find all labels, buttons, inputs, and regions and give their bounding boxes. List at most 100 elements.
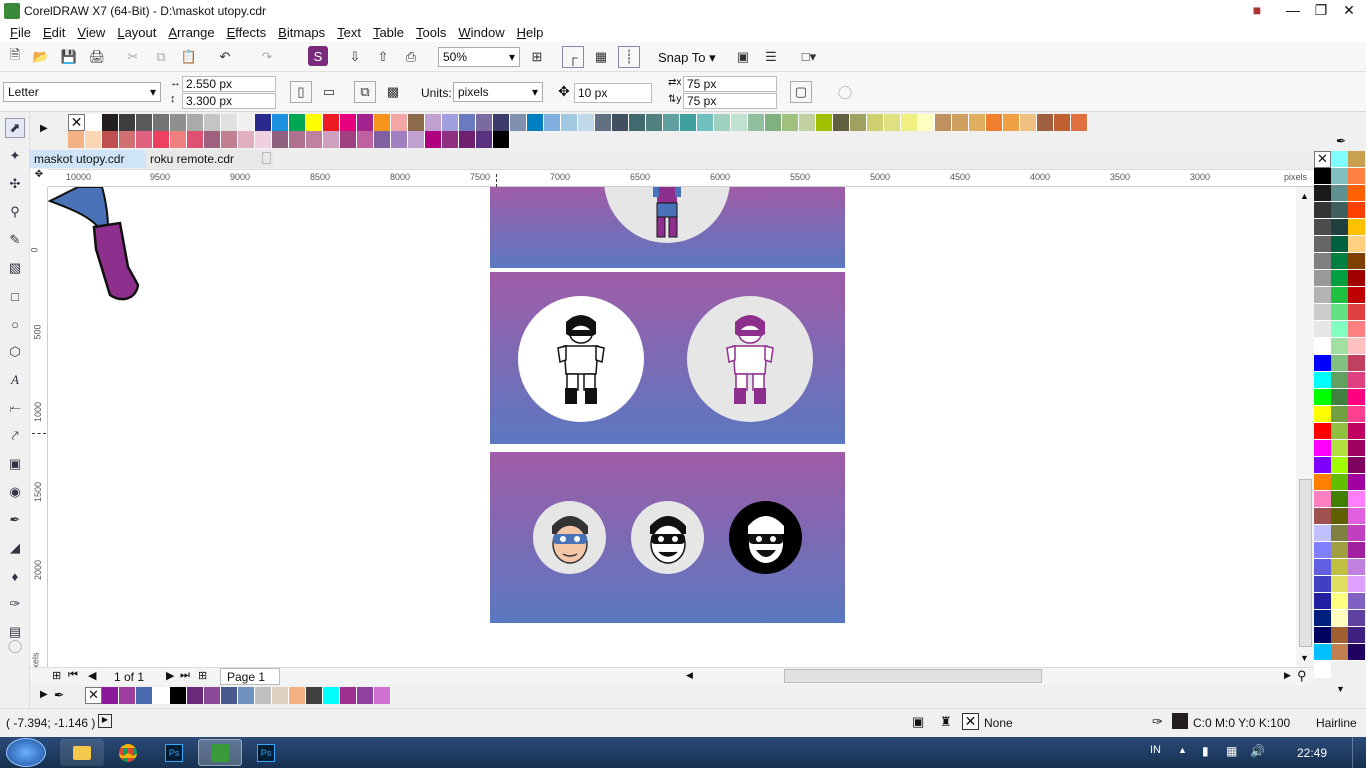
color-swatch[interactable] [1331,372,1348,389]
palette-eyedropper-icon[interactable]: ✒ [1336,134,1346,148]
color-swatch[interactable] [969,114,986,131]
color-swatch[interactable] [1314,525,1331,542]
export-icon[interactable]: ⇧ [372,46,394,68]
color-swatch[interactable] [408,131,425,148]
right-no-color-swatch[interactable]: ✕ [1314,151,1331,168]
mascot-leg-graphic[interactable] [48,187,148,307]
show-guidelines-icon[interactable]: ┊ [618,46,640,68]
color-swatch[interactable] [782,114,799,131]
color-swatch[interactable] [1331,474,1348,491]
close-button[interactable]: ✕ [1334,0,1364,20]
color-swatch[interactable] [1331,304,1348,321]
color-swatch[interactable] [221,114,238,131]
color-swatch[interactable] [1314,287,1331,304]
paste-icon[interactable]: 📋 [178,46,200,68]
color-swatch[interactable] [1348,151,1365,168]
color-swatch[interactable] [68,131,85,148]
color-swatch[interactable] [1037,114,1054,131]
color-swatch[interactable] [935,114,952,131]
options-icon[interactable]: ☰ [760,46,782,68]
prev-page-icon[interactable]: ◀ [88,669,96,682]
color-swatch[interactable] [697,114,714,131]
portrait-icon[interactable]: ▯ [290,81,312,103]
fill-tool-icon[interactable]: ▣ [912,714,924,730]
doc-palette-arrow-icon[interactable]: ▶ [40,689,48,700]
color-swatch[interactable] [391,114,408,131]
color-swatch[interactable] [289,131,306,148]
color-swatch[interactable] [1331,593,1348,610]
start-button[interactable] [6,738,46,767]
color-swatch[interactable] [1348,168,1365,185]
vertical-ruler[interactable]: 0 500 1000 1500 2000 pixels [30,187,48,676]
menu-file[interactable]: File [4,25,37,40]
color-swatch[interactable] [1331,559,1348,576]
color-swatch[interactable] [1331,270,1348,287]
color-swatch[interactable] [1314,644,1331,661]
add-page-end-icon[interactable]: ⊞ [198,669,207,682]
language-indicator[interactable]: IN [1150,744,1161,756]
color-swatch[interactable] [1314,355,1331,372]
color-swatch[interactable] [221,131,238,148]
color-swatch[interactable] [799,114,816,131]
color-swatch[interactable] [119,114,136,131]
color-swatch[interactable] [425,131,442,148]
palette-scroll-down-icon[interactable]: ▼ [1336,684,1345,694]
color-swatch[interactable] [119,687,136,704]
drawing-canvas[interactable] [48,187,1296,667]
menu-effects[interactable]: Effects [221,25,273,40]
color-swatch[interactable] [204,131,221,148]
color-swatch[interactable] [1348,304,1365,321]
clock[interactable]: 22:49 [1297,746,1327,760]
menu-arrange[interactable]: Arrange [162,25,220,40]
color-swatch[interactable] [1331,202,1348,219]
tray-arrow-icon[interactable]: ▲ [1178,745,1187,755]
menu-help[interactable]: Help [511,25,550,40]
color-swatch[interactable] [833,114,850,131]
color-swatch[interactable] [1314,593,1331,610]
color-swatch[interactable] [1348,610,1365,627]
color-eyedropper-icon[interactable]: ✒ [5,510,25,530]
color-swatch[interactable] [323,687,340,704]
color-swatch[interactable] [1331,168,1348,185]
shape-tool-icon[interactable]: ✦ [5,146,25,166]
color-swatch[interactable] [1314,423,1331,440]
color-swatch[interactable] [1331,491,1348,508]
restore-button[interactable]: ❐ [1306,0,1336,20]
color-swatch[interactable] [1348,287,1365,304]
color-swatch[interactable] [1331,185,1348,202]
status-menu-icon[interactable]: ▶ [98,714,112,728]
color-swatch[interactable] [1314,559,1331,576]
color-swatch[interactable] [1331,525,1348,542]
photoshop-icon-2[interactable]: Ps [244,739,288,766]
color-swatch[interactable] [1348,525,1365,542]
color-swatch[interactable] [1331,253,1348,270]
color-swatch[interactable] [1314,168,1331,185]
color-swatch[interactable] [306,114,323,131]
color-swatch[interactable] [1348,185,1365,202]
color-swatch[interactable] [986,114,1003,131]
color-swatch[interactable] [1314,457,1331,474]
ruler-origin-icon[interactable]: ✥ [30,169,48,187]
color-swatch[interactable] [1348,491,1365,508]
mascot-card-top[interactable] [490,187,845,268]
duplicate-x-field[interactable]: 75 px [683,76,777,92]
doc-no-color-swatch[interactable]: ✕ [85,687,102,704]
color-swatch[interactable] [1348,423,1365,440]
color-swatch[interactable] [1348,236,1365,253]
color-swatch[interactable] [272,114,289,131]
crop-tool-icon[interactable]: ✣ [5,174,25,194]
scroll-up-icon[interactable]: ▲ [1300,191,1309,201]
color-swatch[interactable] [1331,576,1348,593]
color-swatch[interactable] [1314,610,1331,627]
units-select[interactable]: pixels ▾ [453,82,543,102]
search-content-icon[interactable]: S [308,46,328,66]
vertical-scrollbar[interactable]: ▲ ▼ [1296,187,1314,667]
color-swatch[interactable] [1331,389,1348,406]
rectangle-tool-icon[interactable]: □ [5,286,25,306]
color-swatch[interactable] [238,687,255,704]
polygon-tool-icon[interactable]: ⬡ [5,342,25,362]
new-document-icon[interactable]: 🗎 [4,46,26,68]
color-swatch[interactable] [1331,508,1348,525]
color-swatch[interactable] [357,114,374,131]
duplicate-y-field[interactable]: 75 px [683,93,777,109]
